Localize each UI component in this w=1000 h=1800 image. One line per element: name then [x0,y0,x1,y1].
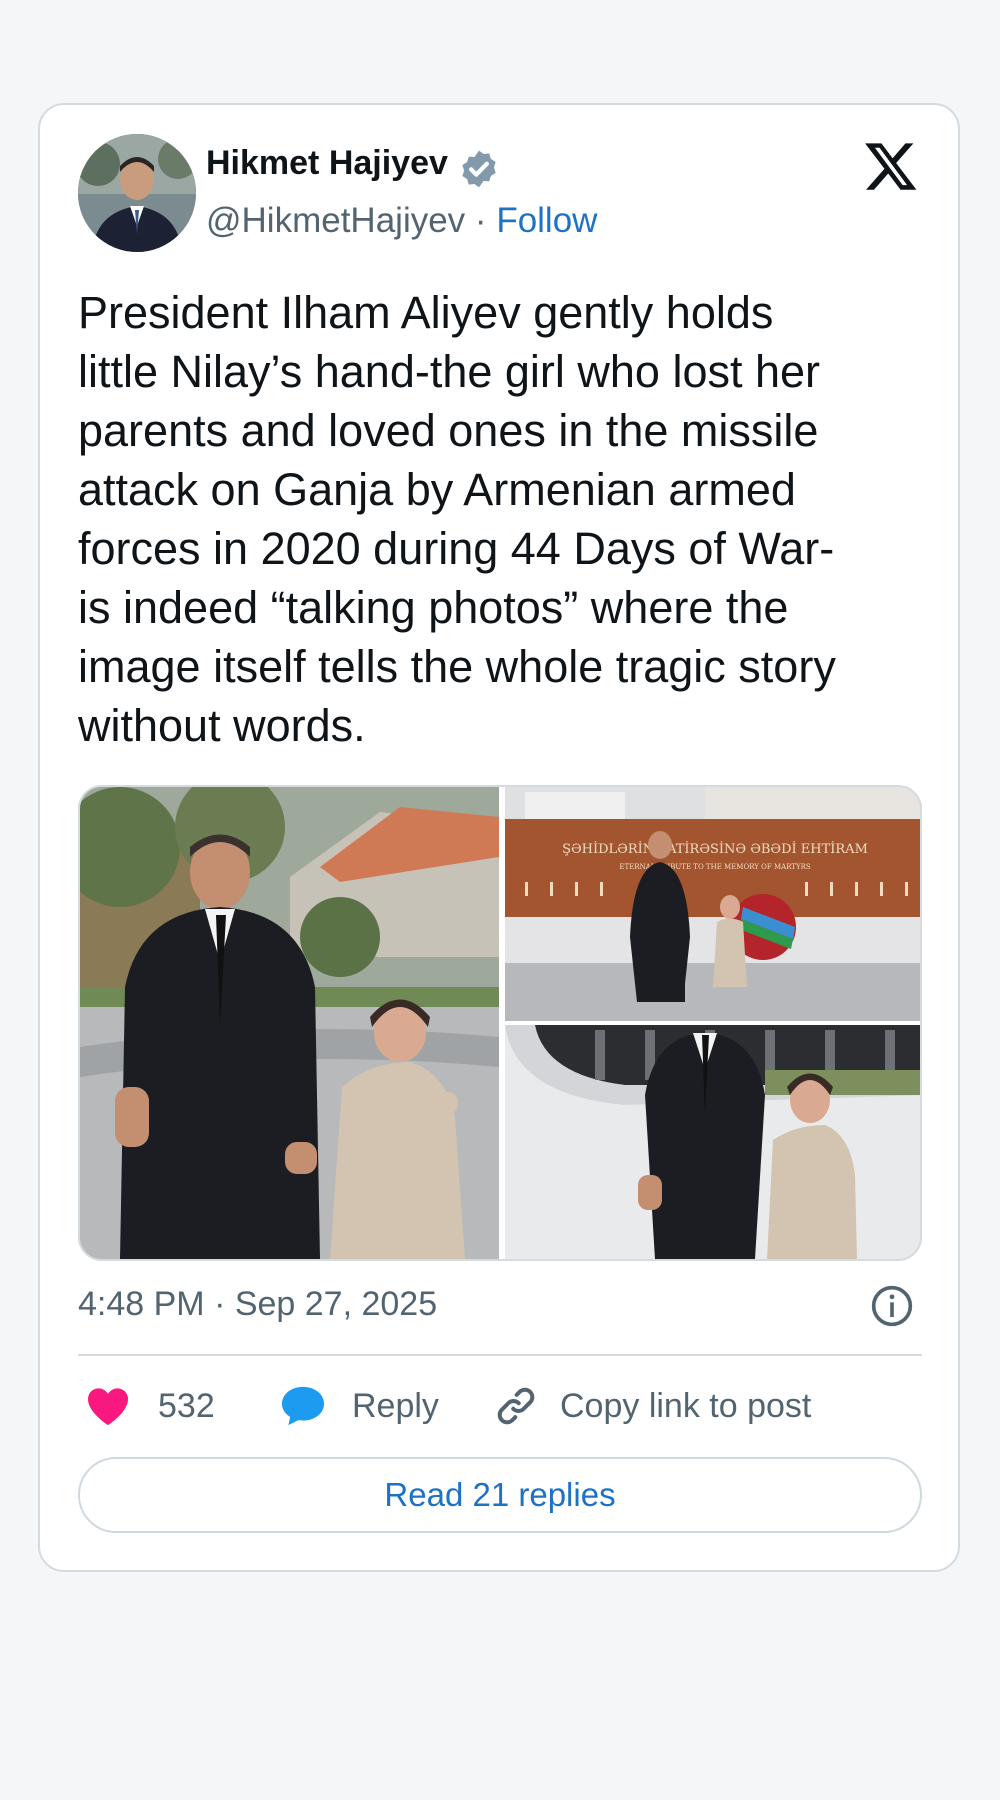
author-name[interactable]: Hikmet Hajiyev [206,143,448,183]
like-button[interactable]: 532 [86,1382,215,1430]
photo-left[interactable] [80,787,499,1259]
tweet-text: President Ilham Aliyev gently holds litt… [78,287,836,751]
handle-row: @HikmetHajiyev · Follow [206,200,597,242]
tweet-timestamp[interactable]: 4:48 PM · Sep 27, 2025 [78,1282,437,1326]
handle-separator: · [474,201,487,240]
photo-bottom-right-image [505,1025,920,1259]
author-avatar[interactable] [78,134,196,252]
photo-top-right[interactable]: ŞƏHİDLƏRİN XATİRƏSİNƏ ƏBƏDİ EHTİRAM ETER… [505,787,920,1021]
read-replies-label: Read 21 replies [384,1476,616,1513]
photo-left-image [80,787,499,1259]
photo-top-right-image: ŞƏHİDLƏRİN XATİRƏSİNƏ ƏBƏDİ EHTİRAM ETER… [505,787,920,1021]
reply-button[interactable]: Reply [280,1382,439,1430]
copy-link-button[interactable]: Copy link to post [494,1382,811,1430]
x-logo-icon[interactable] [862,138,920,194]
copy-link-label: Copy link to post [560,1386,812,1425]
media-grid[interactable]: ŞƏHİDLƏRİN XATİRƏSİNƏ ƏBƏDİ EHTİRAM ETER… [78,785,922,1261]
divider [78,1354,922,1356]
reply-label: Reply [352,1386,439,1425]
heart-icon [88,1388,128,1426]
read-replies-button[interactable]: Read 21 replies [78,1457,922,1533]
author-handle[interactable]: @HikmetHajiyev [206,201,465,240]
memorial-inscription: ŞƏHİDLƏRİN XATİRƏSİNƏ ƏBƏDİ EHTİRAM [562,840,868,857]
follow-link[interactable]: Follow [496,201,597,240]
photo-bottom-right[interactable] [505,1025,920,1259]
avatar-photo [78,134,196,252]
verified-badge-icon [462,150,496,188]
info-icon[interactable] [870,1284,914,1328]
like-count: 532 [158,1386,215,1425]
speech-bubble-icon [281,1386,325,1426]
link-icon [497,1387,535,1425]
